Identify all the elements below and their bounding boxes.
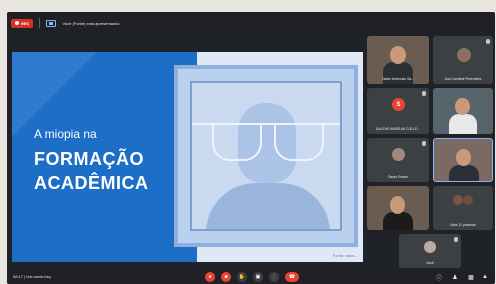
self-avatar: [424, 241, 436, 253]
self-name: Você: [426, 261, 434, 265]
more-participants-label: Mais 12 pessoas: [450, 223, 476, 227]
participant-initial-avatar: S: [392, 98, 405, 111]
slide-caption: Fonte: www...: [332, 253, 357, 258]
recording-label: REC: [21, 20, 30, 26]
slide-title-line-1: A miopia na: [34, 127, 97, 141]
meeting-top-bar: REC Você (Fonte) está apresentando: [7, 12, 495, 34]
mic-muted-icon: [454, 237, 458, 242]
meeting-time-code: 08:17 | hdr-nwdn-hsq: [13, 274, 51, 279]
participant-video: [383, 212, 413, 230]
presenting-status-text: Você (Fonte) está apresentando: [62, 20, 120, 26]
divider: [39, 18, 41, 28]
camera-off-button[interactable]: ■: [221, 272, 231, 282]
end-call-button[interactable]: ☎: [285, 272, 299, 282]
info-icon[interactable]: ⓘ: [435, 273, 443, 282]
mic-muted-icon: [422, 141, 426, 146]
participant-name: SALEHE ANSELMI COLLE...: [376, 127, 420, 131]
participant-tile[interactable]: Tadeu Ambrosio Sa...: [367, 36, 429, 84]
participant-tile[interactable]: Sarah Rosen: [367, 138, 429, 182]
chat-icon[interactable]: ▩: [467, 273, 475, 281]
participant-face: [456, 149, 471, 166]
shared-slide: A miopia na FORMAÇÃO ACADÊMICA Fonte: ww…: [12, 52, 363, 262]
participant-tile[interactable]: [367, 186, 429, 230]
participant-tile[interactable]: Ana Carolina Pimenteira: [433, 36, 493, 84]
glasses-right-lens: [274, 123, 324, 161]
slide-decoration: [12, 52, 97, 137]
participant-name: Sarah Rosen: [388, 175, 408, 179]
slide-title-line-3: ACADÊMICA: [34, 173, 149, 193]
more-options-button[interactable]: ⋮: [269, 272, 279, 282]
presenting-icon: [46, 19, 57, 27]
participant-avatar: [392, 148, 405, 161]
participant-video: [449, 165, 479, 181]
participant-tile-speaking[interactable]: [433, 138, 493, 182]
more-participants-tile[interactable]: Mais 12 pessoas: [433, 186, 493, 230]
participant-avatar: [457, 48, 471, 62]
glasses-left-lens: [212, 123, 262, 161]
portrait-shoulders: [206, 183, 330, 229]
participant-face: [390, 196, 405, 214]
participant-name: Ana Carolina Pimenteira: [444, 77, 482, 81]
meeting-controls-bar: 08:17 | hdr-nwdn-hsq ● ■ ✋ ▣ ⋮ ☎ ⓘ ♟ ▩ ▲: [7, 270, 495, 284]
participant-avatar: [453, 195, 463, 205]
record-dot-icon: [15, 21, 19, 25]
people-icon[interactable]: ♟: [451, 273, 459, 281]
raise-hand-button[interactable]: ✋: [237, 272, 247, 282]
present-button[interactable]: ▣: [253, 272, 263, 282]
activities-icon[interactable]: ▲: [481, 273, 489, 281]
mic-muted-icon: [486, 39, 490, 44]
mic-muted-icon: [422, 91, 426, 96]
meeting-window: REC Você (Fonte) está apresentando A mio…: [7, 12, 495, 284]
mic-off-button[interactable]: ●: [205, 272, 215, 282]
participant-tile[interactable]: S SALEHE ANSELMI COLLE...: [367, 88, 429, 134]
portrait-canvas: [190, 81, 342, 231]
slide-title-line-2: FORMAÇÃO: [34, 149, 144, 169]
participant-face: [390, 46, 406, 64]
participant-name: Tadeu Ambrosio Sa...: [381, 77, 415, 81]
slide-portrait-image: [174, 65, 358, 247]
participant-tile[interactable]: [433, 88, 493, 134]
photo-frame: REC Você (Fonte) está apresentando A mio…: [0, 0, 496, 284]
recording-badge: REC: [11, 18, 34, 28]
participant-avatar: [463, 195, 473, 205]
self-tile[interactable]: Você: [399, 234, 461, 268]
participant-face: [455, 98, 470, 115]
participant-video: [449, 114, 477, 134]
